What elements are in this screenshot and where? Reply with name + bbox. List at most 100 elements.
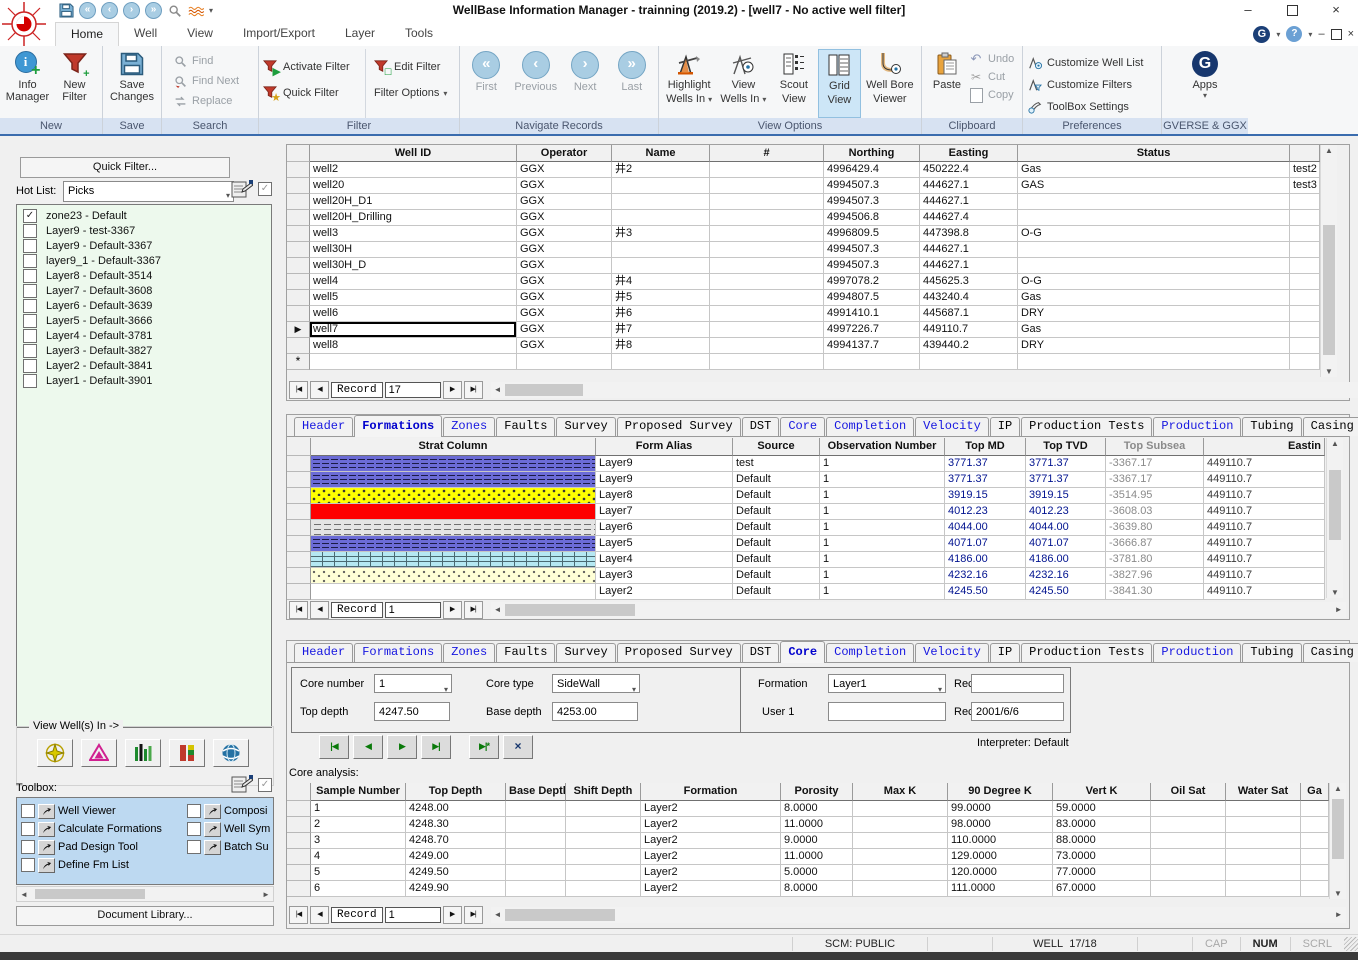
- mdi-restore-button[interactable]: [1331, 29, 1342, 40]
- cell-status[interactable]: GAS: [1018, 178, 1290, 194]
- cell-top-md[interactable]: 3771.37: [945, 472, 1026, 488]
- cell-sample-number[interactable]: 2: [311, 817, 406, 833]
- tab[interactable]: DST: [742, 643, 780, 662]
- record-value-input[interactable]: 17: [385, 382, 441, 398]
- view-in-map-button[interactable]: [37, 739, 73, 767]
- tab[interactable]: Faults: [496, 643, 555, 662]
- table-row[interactable]: Layer5 Default 1 4071.07 4071.07 -3666.8…: [287, 536, 1325, 552]
- cell-easting[interactable]: 445687.1: [920, 306, 1018, 322]
- undo-button[interactable]: ↶ Undo: [968, 51, 1014, 67]
- cell-operator[interactable]: GGX: [517, 242, 612, 258]
- table-row[interactable]: 3 4248.70 Layer2 9.0000 110.0000 88.0000: [287, 833, 1329, 849]
- cell-number[interactable]: [710, 226, 824, 242]
- scroll-left-icon[interactable]: ◄: [491, 910, 505, 919]
- cell-sample-number[interactable]: 1: [311, 801, 406, 817]
- cell-operator[interactable]: GGX: [517, 258, 612, 274]
- cell-operator[interactable]: GGX: [517, 162, 612, 178]
- cell-operator[interactable]: GGX: [517, 274, 612, 290]
- find-button[interactable]: Find: [172, 53, 239, 69]
- cell-top-md[interactable]: 3919.15: [945, 488, 1026, 504]
- cell-top-tvd[interactable]: 4012.23: [1026, 504, 1106, 520]
- tab[interactable]: Tubing: [1242, 417, 1301, 436]
- toolbox-item[interactable]: Pad Design Tool: [21, 838, 162, 856]
- cell-water-sat[interactable]: [1226, 817, 1301, 833]
- cell-status[interactable]: Gas: [1018, 322, 1290, 338]
- user1-input[interactable]: [828, 702, 946, 721]
- cell-easting[interactable]: 444627.1: [920, 194, 1018, 210]
- table-row[interactable]: ▶ well7 GGX 井7 4997226.7 449110.7 Gas: [287, 322, 1320, 338]
- cell-observation-number[interactable]: 1: [820, 488, 945, 504]
- cell-well-id[interactable]: well2: [310, 162, 517, 178]
- cell-well-id[interactable]: well6: [310, 306, 517, 322]
- tab[interactable]: Tubing: [1242, 643, 1301, 662]
- column-header[interactable]: #: [710, 145, 824, 162]
- well-grid-vscrollbar[interactable]: ▲ ▼: [1320, 145, 1337, 377]
- cell-formation[interactable]: Layer2: [641, 881, 781, 897]
- cell-top-depth[interactable]: 4249.90: [406, 881, 506, 897]
- cell-extra[interactable]: [1290, 274, 1320, 290]
- row-selector[interactable]: [287, 504, 311, 520]
- cell-operator[interactable]: GGX: [517, 322, 612, 338]
- tab[interactable]: DST: [742, 417, 780, 436]
- cell-easting[interactable]: 449110.7: [1204, 488, 1325, 504]
- cell-well-id[interactable]: well7: [310, 322, 517, 338]
- cell-oil-sat[interactable]: [1151, 801, 1226, 817]
- cell-oil-sat[interactable]: [1151, 817, 1226, 833]
- row-selector[interactable]: ▶: [287, 338, 310, 354]
- cell-base-depth[interactable]: [506, 849, 566, 865]
- cell-shift-depth[interactable]: [566, 817, 641, 833]
- scout-view-button[interactable]: Scout View: [772, 49, 817, 118]
- core-next-button[interactable]: ▶: [387, 735, 417, 759]
- cell-source[interactable]: Default: [733, 520, 820, 536]
- row-selector[interactable]: [287, 552, 311, 568]
- ribbon-tab[interactable]: Home: [55, 22, 119, 46]
- cell-northing[interactable]: 4994506.8: [824, 210, 920, 226]
- cell-formation[interactable]: Layer2: [641, 801, 781, 817]
- cell-number[interactable]: [710, 274, 824, 290]
- cell-name[interactable]: 井3: [612, 226, 710, 242]
- list-item[interactable]: Layer6 - Default-3639: [17, 298, 271, 313]
- cell-90-degree-k[interactable]: 129.0000: [948, 849, 1053, 865]
- table-row[interactable]: ▶ well30H GGX 4994507.3 444627.1: [287, 242, 1320, 258]
- tab[interactable]: Proposed Survey: [617, 643, 741, 662]
- cell-form-alias[interactable]: Layer2: [596, 584, 733, 600]
- next-record-icon[interactable]: ›: [123, 2, 140, 19]
- tab[interactable]: Header: [294, 643, 353, 662]
- cell-extra[interactable]: [1290, 338, 1320, 354]
- column-header[interactable]: [1290, 145, 1320, 162]
- row-selector[interactable]: ▶: [287, 194, 310, 210]
- cell-easting[interactable]: 444627.1: [920, 258, 1018, 274]
- list-item[interactable]: Layer7 - Default-3608: [17, 283, 271, 298]
- view-in-globe-button[interactable]: [213, 739, 249, 767]
- cell-formation[interactable]: Layer2: [641, 865, 781, 881]
- pick-checkbox[interactable]: [23, 239, 37, 253]
- pick-checkbox[interactable]: [23, 209, 37, 223]
- cell-water-sat[interactable]: [1226, 801, 1301, 817]
- tab[interactable]: Casing: [1303, 643, 1358, 662]
- column-header[interactable]: Shift Depth: [566, 783, 641, 801]
- column-header[interactable]: Porosity: [781, 783, 853, 801]
- column-header[interactable]: Formation: [641, 783, 781, 801]
- table-row[interactable]: ▶ well20H_Drilling GGX 4994506.8 444627.…: [287, 210, 1320, 226]
- cell-extra[interactable]: test2: [1290, 162, 1320, 178]
- tab[interactable]: Core: [780, 641, 825, 663]
- cell-operator[interactable]: GGX: [517, 194, 612, 210]
- cell-gas[interactable]: [1301, 817, 1329, 833]
- column-header[interactable]: Vert K: [1053, 783, 1151, 801]
- cell-form-alias[interactable]: Layer4: [596, 552, 733, 568]
- row-selector[interactable]: [287, 801, 311, 817]
- cell-well-id[interactable]: well20: [310, 178, 517, 194]
- column-header[interactable]: Status: [1018, 145, 1290, 162]
- cell-extra[interactable]: [1290, 290, 1320, 306]
- cell-source[interactable]: Default: [733, 552, 820, 568]
- toolbox-item-checkbox[interactable]: [21, 858, 35, 872]
- record-next-button[interactable]: ▶: [443, 906, 462, 924]
- view-wells-in-button[interactable]: View Wells In ▾: [717, 49, 769, 118]
- cell-sample-number[interactable]: 6: [311, 881, 406, 897]
- toolbox-item-checkbox[interactable]: [187, 840, 201, 854]
- core-last-button[interactable]: ▶|: [421, 735, 451, 759]
- toolbox-checkbox[interactable]: [258, 778, 272, 792]
- cell-name[interactable]: 井5: [612, 290, 710, 306]
- top-depth-input[interactable]: 4247.50: [374, 702, 450, 721]
- column-header[interactable]: Top Depth: [406, 783, 506, 801]
